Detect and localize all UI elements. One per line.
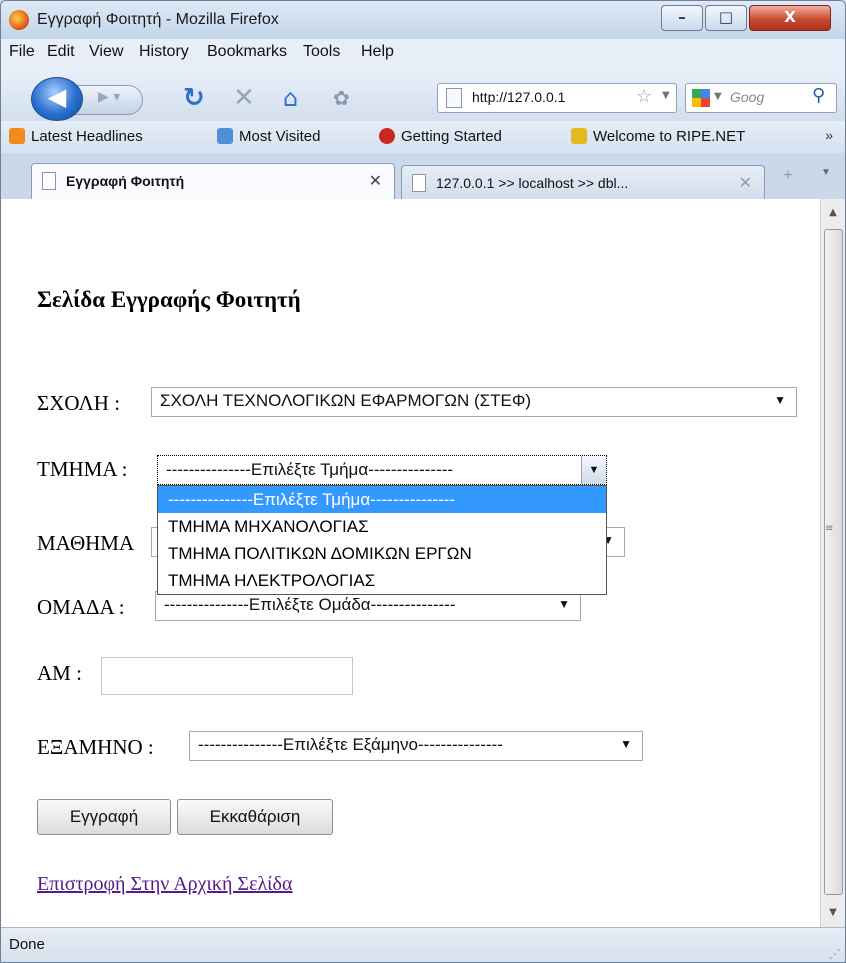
stop-icon[interactable]: ✕ bbox=[233, 83, 255, 113]
register-button[interactable]: Εγγραφή bbox=[37, 799, 171, 835]
semester-select[interactable]: ---------------Επιλέξτε Εξάμηνο---------… bbox=[189, 731, 643, 761]
tab-label: 127.0.0.1 >> localhost >> dbl... bbox=[436, 175, 629, 191]
bookmark-most-visited[interactable]: Most Visited bbox=[217, 128, 320, 145]
close-icon: X bbox=[784, 8, 796, 26]
department-select[interactable]: ---------------Επιλέξτε Τμήμα-----------… bbox=[157, 455, 607, 485]
page-content: Σελίδα Εγγραφής Φοιτητή ΣΧΟΛΗ : ΣΧΟΛΗ ΤΕ… bbox=[1, 199, 845, 927]
page-icon bbox=[446, 88, 462, 108]
minimize-icon: – bbox=[678, 8, 686, 26]
am-label: AM : bbox=[37, 661, 82, 685]
menu-bar: File Edit View History Bookmarks Tools H… bbox=[1, 39, 845, 67]
status-text: Done bbox=[9, 936, 45, 953]
menu-file[interactable]: File bbox=[9, 43, 35, 61]
scroll-up-icon[interactable]: ▲ bbox=[821, 199, 845, 227]
bookmarks-overflow-button[interactable]: » bbox=[825, 127, 833, 143]
firefox-logo-icon bbox=[9, 10, 29, 30]
scroll-down-icon[interactable]: ▼ bbox=[821, 899, 845, 927]
maximize-icon: □ bbox=[718, 8, 734, 26]
home-icon[interactable]: ⌂ bbox=[283, 83, 298, 113]
window-title: Εγγραφή Φοιτητή - Mozilla Firefox bbox=[37, 11, 279, 28]
bookmark-ripe[interactable]: Welcome to RIPE.NET bbox=[571, 128, 745, 145]
menu-history[interactable]: History bbox=[139, 43, 189, 61]
google-logo-icon bbox=[692, 89, 710, 107]
page-icon bbox=[412, 174, 426, 192]
chevron-down-icon: ▼ bbox=[558, 597, 570, 611]
menu-help[interactable]: Help bbox=[361, 43, 394, 61]
close-tab-icon[interactable]: ✕ bbox=[369, 171, 382, 191]
page-icon bbox=[42, 172, 56, 190]
department-option[interactable]: ΤΜΗΜΑ ΠΟΛΙΤΙΚΩΝ ΔΟΜΙΚΩΝ ΕΡΓΩΝ bbox=[158, 540, 606, 567]
back-to-home-link[interactable]: Επιστροφή Στην Αρχική Σελίδα bbox=[37, 873, 292, 896]
back-arrow-icon: ◀ bbox=[47, 83, 67, 111]
reload-icon[interactable]: ↻ bbox=[183, 83, 205, 113]
resize-grip-icon[interactable]: ⋰ bbox=[829, 947, 841, 961]
back-button[interactable]: ◀ bbox=[31, 77, 83, 121]
tab-label: Εγγραφή Φοιτητή bbox=[66, 173, 185, 189]
tab-register-student[interactable]: Εγγραφή Φοιτητή ✕ bbox=[31, 163, 395, 200]
tab-bar: Εγγραφή Φοιτητή ✕ 127.0.0.1 >> localhost… bbox=[1, 153, 845, 200]
course-label: ΜΑΘΗΜΑ bbox=[37, 531, 135, 555]
bookmark-star-icon[interactable]: ☆ bbox=[636, 86, 652, 107]
school-label: ΣΧΟΛΗ : bbox=[37, 391, 121, 415]
bookmark-getting-started[interactable]: Getting Started bbox=[379, 128, 502, 145]
search-bar[interactable]: ▼ Goog ⚲ bbox=[685, 83, 837, 113]
menu-edit[interactable]: Edit bbox=[47, 43, 75, 61]
am-input[interactable] bbox=[101, 657, 353, 695]
browser-window: Εγγραφή Φοιτητή - Mozilla Firefox – □ X … bbox=[0, 0, 846, 963]
search-engine-dropdown-icon[interactable]: ▼ bbox=[714, 91, 722, 102]
department-option[interactable]: ΤΜΗΜΑ ΗΛΕΚΤΡΟΛΟΓΙΑΣ bbox=[158, 567, 606, 594]
title-bar: Εγγραφή Φοιτητή - Mozilla Firefox – □ X bbox=[1, 1, 845, 39]
department-option[interactable]: ---------------Επιλέξτε Τμήμα-----------… bbox=[158, 486, 606, 513]
chevron-down-icon: ▼ bbox=[620, 737, 632, 751]
forward-icon: ▶ ▾ bbox=[98, 89, 121, 105]
bookmark-latest-headlines[interactable]: Latest Headlines bbox=[9, 128, 143, 145]
vertical-scrollbar[interactable]: ▲ ≡ ▼ bbox=[820, 199, 845, 927]
search-icon[interactable]: ⚲ bbox=[812, 85, 825, 106]
department-dropdown-list: ---------------Επιλέξτε Τμήμα-----------… bbox=[157, 485, 607, 595]
most-visited-icon bbox=[217, 128, 233, 144]
group-select[interactable]: ---------------Επιλέξτε Ομάδα-----------… bbox=[155, 591, 581, 621]
tab-list-dropdown-icon[interactable]: ▼ bbox=[811, 167, 841, 197]
tab-phpmyadmin[interactable]: 127.0.0.1 >> localhost >> dbl... ✕ bbox=[401, 165, 765, 200]
status-bar: Done ⋰ bbox=[1, 927, 845, 962]
close-tab-icon[interactable]: ✕ bbox=[739, 173, 752, 193]
getting-started-icon bbox=[379, 128, 395, 144]
menu-bookmarks[interactable]: Bookmarks bbox=[207, 43, 287, 61]
ripe-icon bbox=[571, 128, 587, 144]
rss-icon bbox=[9, 128, 25, 144]
url-text: http://127.0.0.1 bbox=[472, 89, 566, 105]
url-bar[interactable]: http://127.0.0.1 ☆ ▼ bbox=[437, 83, 677, 113]
clear-button[interactable]: Εκκαθάριση bbox=[177, 799, 333, 835]
maximize-button[interactable]: □ bbox=[705, 5, 747, 31]
addon-icon[interactable]: ✿ bbox=[333, 83, 350, 113]
page-title: Σελίδα Εγγραφής Φοιτητή bbox=[37, 287, 301, 312]
scroll-thumb[interactable] bbox=[824, 229, 843, 895]
menu-view[interactable]: View bbox=[89, 43, 123, 61]
url-dropdown-icon[interactable]: ▼ bbox=[662, 90, 670, 101]
minimize-button[interactable]: – bbox=[661, 5, 703, 31]
scroll-grip-icon: ≡ bbox=[825, 523, 834, 534]
bookmarks-toolbar: Latest Headlines Most Visited Getting St… bbox=[1, 121, 845, 153]
new-tab-button[interactable]: + bbox=[773, 167, 803, 197]
chevron-down-icon: ▼ bbox=[581, 456, 606, 484]
close-button[interactable]: X bbox=[749, 5, 831, 31]
group-label: ΟΜΑΔΑ : bbox=[37, 595, 125, 619]
chevron-down-icon: ▼ bbox=[774, 393, 786, 407]
department-label: ΤΜΗΜΑ : bbox=[37, 457, 128, 481]
department-option[interactable]: ΤΜΗΜΑ ΜΗΧΑΝΟΛΟΓΙΑΣ bbox=[158, 513, 606, 540]
menu-tools[interactable]: Tools bbox=[303, 43, 340, 61]
school-select[interactable]: ΣΧΟΛΗ ΤΕΧΝΟΛΟΓΙΚΩΝ ΕΦΑΡΜΟΓΩΝ (ΣΤΕΦ) ▼ bbox=[151, 387, 797, 417]
navigation-toolbar: ▶ ▾ ◀ ↻ ✕ ⌂ ✿ http://127.0.0.1 ☆ ▼ ▼ Goo… bbox=[1, 67, 845, 121]
semester-label: ΕΞΑΜΗΝΟ : bbox=[37, 735, 154, 759]
forward-button[interactable]: ▶ ▾ bbox=[75, 85, 143, 115]
search-placeholder: Goog bbox=[730, 89, 765, 105]
